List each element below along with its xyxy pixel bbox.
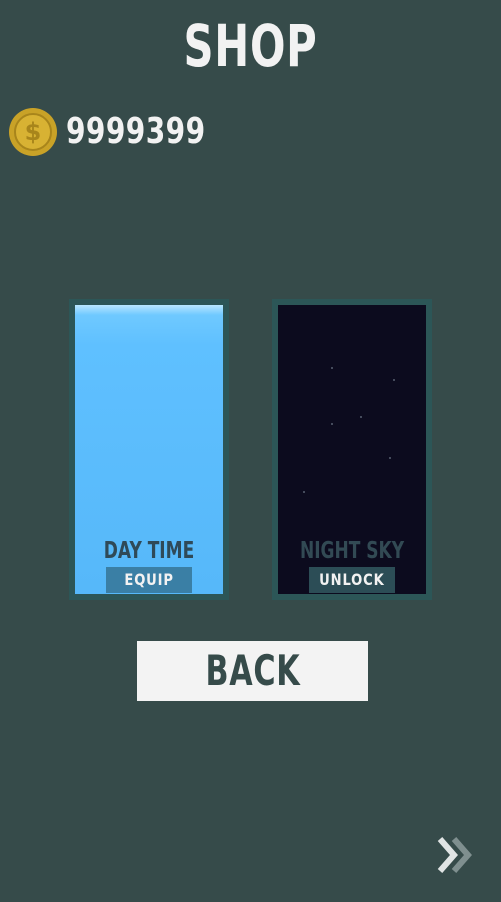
coin-symbol: $ bbox=[25, 118, 42, 146]
equip-button[interactable]: EQUIP bbox=[106, 567, 192, 593]
coin-balance: $ 9999399 bbox=[8, 106, 245, 158]
coin-count: 9999399 bbox=[66, 111, 206, 152]
star bbox=[389, 457, 391, 459]
double-chevron-right-icon[interactable] bbox=[436, 834, 476, 876]
skin-name-night-sky: NIGHT SKY bbox=[299, 538, 405, 564]
skin-card-night-sky[interactable]: NIGHT SKY UNLOCK bbox=[272, 299, 432, 600]
star bbox=[331, 423, 333, 425]
unlock-button-label: UNLOCK bbox=[319, 570, 385, 589]
back-button[interactable]: BACK bbox=[137, 641, 368, 701]
star bbox=[331, 367, 333, 369]
back-button-label: BACK bbox=[205, 646, 300, 695]
star bbox=[393, 379, 395, 381]
star bbox=[360, 416, 362, 418]
equip-button-label: EQUIP bbox=[124, 570, 174, 589]
skin-card-day-time[interactable]: DAY TIME EQUIP bbox=[69, 299, 229, 600]
coin-icon: $ bbox=[9, 108, 57, 156]
page-title: SHOP bbox=[183, 12, 318, 80]
unlock-button[interactable]: UNLOCK bbox=[309, 567, 395, 593]
star bbox=[303, 491, 305, 493]
skin-name-day-time: DAY TIME bbox=[103, 538, 195, 564]
